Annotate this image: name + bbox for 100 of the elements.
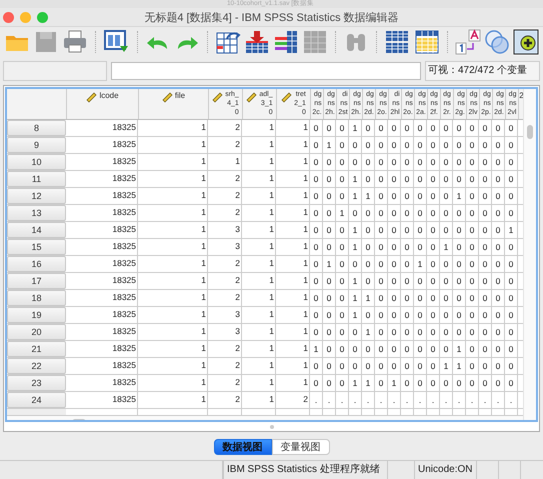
table-cell: 0 xyxy=(378,174,384,184)
letters-swap-icon[interactable] xyxy=(454,28,481,56)
table-cell: 0 xyxy=(508,276,514,286)
table-cell: 0 xyxy=(314,259,318,269)
row-number[interactable]: 17 xyxy=(7,273,66,289)
cell-name-field[interactable] xyxy=(3,61,107,81)
cell-value-field[interactable] xyxy=(111,62,421,80)
table-cell: 1 xyxy=(314,344,318,354)
table-cell: 0 xyxy=(482,259,488,269)
minimize-button[interactable] xyxy=(20,12,31,22)
table-cell: 18325 xyxy=(112,326,136,336)
row-number[interactable]: 21 xyxy=(7,341,66,357)
table-cell: 1 xyxy=(366,293,370,303)
view-tab[interactable]: 变量视图 xyxy=(272,439,330,455)
table-cell: 1 xyxy=(352,293,358,303)
table-cell: 0 xyxy=(392,344,396,354)
table-cell: 0 xyxy=(404,310,410,320)
row-number[interactable]: 22 xyxy=(7,358,66,374)
table-cell: 0 xyxy=(366,208,370,218)
table-cell: 0 xyxy=(404,174,410,184)
table-cell: 1 xyxy=(418,259,422,269)
table-cell: 0 xyxy=(392,361,396,371)
table-cell: 0 xyxy=(508,174,514,184)
table-cell: . xyxy=(458,395,460,405)
table-cell: 0 xyxy=(404,208,410,218)
table-cell: 0 xyxy=(430,174,436,184)
row-number[interactable]: 18 xyxy=(7,290,66,306)
table-cell: 0 xyxy=(366,140,370,150)
table-cell: 0 xyxy=(404,344,410,354)
table-cell: 0 xyxy=(430,259,436,269)
table-cell: 0 xyxy=(392,208,396,218)
add-icon[interactable] xyxy=(512,28,539,56)
table-cell: 18325 xyxy=(112,207,136,217)
table-cell: 1 xyxy=(201,309,206,319)
column-header[interactable]: file xyxy=(139,89,209,119)
table-cell: 0 xyxy=(404,242,410,252)
table-cell: 1 xyxy=(366,191,370,201)
table-cell: 0 xyxy=(392,242,396,252)
scrollbar-thumb[interactable] xyxy=(527,125,533,139)
table-cell: 0 xyxy=(470,378,474,388)
table-cell: 0 xyxy=(352,344,358,354)
row-number[interactable]: 10 xyxy=(7,154,66,170)
zoom-button[interactable] xyxy=(37,12,48,22)
table-cell: 0 xyxy=(392,225,396,235)
visible-variables-count: 可视：472/472 个变量 xyxy=(425,61,540,81)
table-cell: 0 xyxy=(444,293,448,303)
status-message: IBM SPSS Statistics 处理程序就绪 xyxy=(223,461,388,479)
row-number[interactable]: 9 xyxy=(7,137,66,153)
table-cell: 1 xyxy=(456,344,462,354)
table-cell: 0 xyxy=(444,327,448,337)
row-number[interactable]: 14 xyxy=(7,222,66,238)
table-cell: 0 xyxy=(430,327,436,337)
row-number[interactable]: 12 xyxy=(7,188,66,204)
row-number[interactable]: 23 xyxy=(7,375,66,391)
table-cell: 1 xyxy=(456,361,462,371)
table-cell: 0 xyxy=(340,293,344,303)
table-cell: 0 xyxy=(340,344,344,354)
table-cell: 0 xyxy=(470,225,474,235)
list-bars-icon[interactable] xyxy=(273,28,300,56)
table-split-icon[interactable] xyxy=(384,28,410,56)
table-cell: 1 xyxy=(303,360,308,370)
table-cell: 0 xyxy=(482,174,488,184)
row-number[interactable]: 24 xyxy=(7,392,66,408)
row-number[interactable]: 15 xyxy=(7,239,66,255)
close-button[interactable] xyxy=(3,12,14,22)
table-cell: 0 xyxy=(340,174,344,184)
table-cell: 1 xyxy=(201,224,206,234)
table-cell: 0 xyxy=(470,123,474,133)
table-cell: 1 xyxy=(235,156,240,166)
row-number[interactable]: 19 xyxy=(7,307,66,323)
column-header[interactable]: lcode xyxy=(67,89,139,119)
table-cell: 0 xyxy=(508,208,514,218)
table-cell: 0 xyxy=(508,293,514,303)
table-cell: 0 xyxy=(392,140,396,150)
row-number[interactable]: 13 xyxy=(7,205,66,221)
row-number[interactable]: 16 xyxy=(7,256,66,272)
table-insert-icon[interactable] xyxy=(244,28,270,56)
table-cell: 1 xyxy=(269,343,274,353)
table-cell: 18325 xyxy=(112,394,136,404)
table-cell: 0 xyxy=(482,344,488,354)
table-cell: 0 xyxy=(444,208,448,218)
row-number[interactable]: 11 xyxy=(7,171,66,187)
table-cell: 1 xyxy=(444,242,448,252)
table-cell: 0 xyxy=(456,225,462,235)
table-cell: 1 xyxy=(303,326,308,336)
table-cell: 0 xyxy=(444,191,448,201)
table-cell: 0 xyxy=(314,327,318,337)
table-cell: . xyxy=(406,395,408,405)
table-cell: 0 xyxy=(378,208,384,218)
table-cell: 18325 xyxy=(112,309,136,319)
table-cell: 0 xyxy=(326,293,332,303)
view-tab[interactable]: 数据视图 xyxy=(214,439,272,455)
table-cell: 0 xyxy=(392,191,396,201)
table-cell: 0 xyxy=(482,378,488,388)
row-number[interactable]: 8 xyxy=(7,120,66,136)
row-number[interactable]: 20 xyxy=(7,324,66,340)
table-cell: 0 xyxy=(430,361,436,371)
table-cell: 0 xyxy=(404,378,410,388)
table-icon[interactable] xyxy=(414,28,440,56)
table-cell: 1 xyxy=(269,156,274,166)
